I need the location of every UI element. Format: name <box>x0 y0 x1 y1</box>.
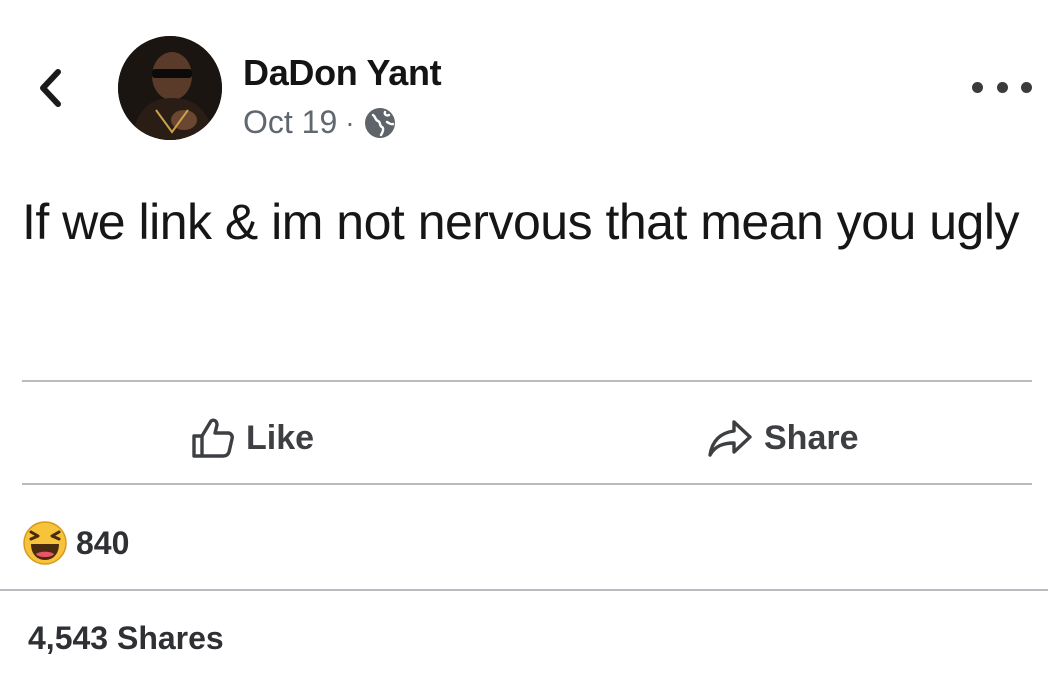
divider <box>0 589 1048 591</box>
post-meta: Oct 19 · <box>243 104 397 141</box>
laugh-emoji-icon <box>23 521 67 565</box>
shares-count[interactable]: 4,543 Shares <box>28 620 224 657</box>
facebook-post: DaDon Yant Oct 19 · If we link & im not … <box>0 0 1048 683</box>
divider <box>22 380 1032 382</box>
author-name[interactable]: DaDon Yant <box>243 52 442 94</box>
share-arrow-icon <box>708 420 752 457</box>
meta-separator: · <box>345 106 355 138</box>
avatar[interactable] <box>118 36 222 140</box>
post-date[interactable]: Oct 19 <box>243 104 337 141</box>
reactions-summary[interactable]: 840 <box>22 516 129 570</box>
like-button[interactable]: Like <box>190 412 314 464</box>
reaction-count: 840 <box>76 524 130 561</box>
post-text: If we link & im not nervous that mean yo… <box>22 194 1019 250</box>
share-button[interactable]: Share <box>706 412 859 464</box>
thumbs-up-icon <box>192 418 234 458</box>
chevron-left-icon <box>40 69 61 107</box>
more-dot-icon <box>972 81 983 93</box>
more-options-button[interactable] <box>972 72 1032 102</box>
more-dot-icon <box>996 81 1008 93</box>
profile-photo <box>118 36 222 140</box>
share-label: Share <box>764 418 859 457</box>
like-label: Like <box>246 418 315 457</box>
divider <box>22 483 1032 485</box>
back-button[interactable] <box>28 62 72 114</box>
more-dot-icon <box>1021 81 1032 93</box>
globe-icon[interactable] <box>363 106 397 140</box>
